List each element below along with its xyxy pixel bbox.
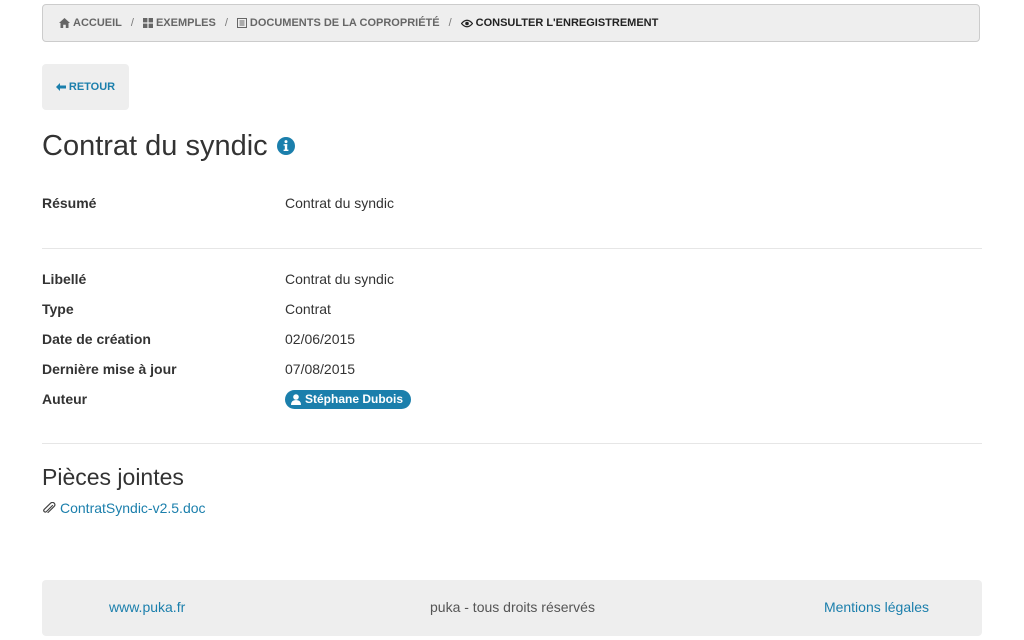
field-row-date-creation: Date de création 02/06/2015 bbox=[42, 329, 355, 349]
attachments-title: Pièces jointes bbox=[42, 464, 184, 490]
author-name: Stéphane Dubois bbox=[305, 392, 404, 406]
attachment-link[interactable]: ContratSyndic-v2.5.doc bbox=[42, 500, 206, 516]
eye-icon bbox=[460, 19, 473, 28]
field-row-derniere-maj: Dernière mise à jour 07/08/2015 bbox=[42, 359, 355, 379]
breadcrumb-item-current: Consulter l'enregistrement bbox=[460, 17, 659, 29]
breadcrumb: Accueil / Exemples / Documents de la cop… bbox=[42, 4, 980, 42]
breadcrumb-label: Consulter l'enregistrement bbox=[475, 17, 659, 29]
field-row-auteur: Auteur Stéphane Dubois bbox=[42, 389, 412, 409]
paperclip-icon bbox=[42, 501, 57, 515]
footer-copyright: puka - tous droits réservés bbox=[430, 599, 595, 615]
footer-website-link[interactable]: www.puka.fr bbox=[109, 599, 185, 615]
divider bbox=[42, 443, 982, 444]
breadcrumb-label: Accueil bbox=[73, 17, 122, 29]
back-button[interactable]: Retour bbox=[42, 64, 129, 110]
field-row-type: Type Contrat bbox=[42, 299, 331, 319]
grid-icon bbox=[142, 18, 153, 28]
field-value: 02/06/2015 bbox=[285, 331, 356, 347]
arrow-left-icon bbox=[55, 83, 66, 91]
page-title: Contrat du syndic bbox=[42, 128, 295, 164]
field-value: 07/08/2015 bbox=[285, 361, 356, 377]
page-title-text: Contrat du syndic bbox=[42, 130, 268, 162]
field-row-libelle: Libellé Contrat du syndic bbox=[42, 269, 394, 289]
breadcrumb-label: Documents de la copropriété bbox=[249, 17, 440, 29]
summary-label: Résumé bbox=[42, 195, 97, 211]
info-icon[interactable] bbox=[276, 137, 295, 155]
breadcrumb-separator: / bbox=[130, 17, 134, 29]
field-value: Contrat bbox=[285, 301, 331, 317]
field-label: Libellé bbox=[42, 271, 87, 287]
field-label: Dernière mise à jour bbox=[42, 361, 177, 377]
author-badge[interactable]: Stéphane Dubois bbox=[285, 389, 412, 409]
list-icon bbox=[236, 18, 247, 28]
back-button-label: Retour bbox=[68, 81, 116, 93]
field-value: Contrat du syndic bbox=[285, 271, 394, 287]
divider bbox=[42, 248, 982, 249]
field-label: Auteur bbox=[42, 391, 88, 407]
user-icon bbox=[291, 393, 301, 405]
breadcrumb-separator: / bbox=[224, 17, 228, 29]
home-icon bbox=[59, 18, 70, 28]
summary-value: Contrat du syndic bbox=[285, 195, 394, 211]
attachment-filename: ContratSyndic-v2.5.doc bbox=[60, 500, 206, 516]
summary-row: Résumé Contrat du syndic bbox=[42, 193, 394, 213]
footer: www.puka.fr puka - tous droits réservés … bbox=[42, 580, 982, 636]
breadcrumb-item-accueil[interactable]: Accueil bbox=[59, 17, 122, 29]
breadcrumb-item-exemples[interactable]: Exemples bbox=[142, 17, 216, 29]
breadcrumb-separator: / bbox=[448, 17, 452, 29]
breadcrumb-label: Exemples bbox=[155, 17, 216, 29]
footer-legal-link[interactable]: Mentions légales bbox=[824, 599, 929, 615]
breadcrumb-item-documents[interactable]: Documents de la copropriété bbox=[236, 17, 440, 29]
field-label: Date de création bbox=[42, 331, 151, 347]
field-label: Type bbox=[42, 301, 74, 317]
